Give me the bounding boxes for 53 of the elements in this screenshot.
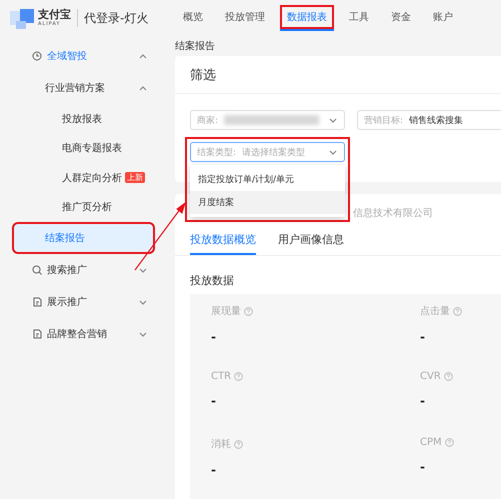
account-name: 代登录-灯火 xyxy=(84,10,150,26)
sidebar-item[interactable]: 全域智投 xyxy=(12,40,175,72)
nav-tab[interactable]: 数据报表 xyxy=(280,5,334,31)
report-tab[interactable]: 用户画像信息 xyxy=(278,226,344,255)
metric-value: - xyxy=(211,394,217,408)
nav-tab[interactable]: 账户 xyxy=(426,5,460,31)
metric-value: - xyxy=(420,460,426,474)
help-icon xyxy=(244,306,253,316)
dropdown-option[interactable]: 指定投放订单/计划/单元 xyxy=(190,168,345,191)
sidebar-item[interactable]: 行业营销方案 xyxy=(12,72,175,104)
sidebar-item[interactable]: 搜索推广 xyxy=(12,254,175,286)
help-icon xyxy=(234,440,243,449)
sidebar-item[interactable]: 品牌整合营销 xyxy=(12,318,175,350)
sidebar-item[interactable]: 电商专题报表 xyxy=(12,134,175,163)
metric-value: - xyxy=(211,463,217,478)
breadcrumb: 结案报告 xyxy=(175,40,216,54)
section-title: 投放数据 xyxy=(189,273,235,289)
metric-label: CPM xyxy=(420,437,442,448)
chevron-down-icon xyxy=(329,148,337,156)
document-icon xyxy=(32,297,42,307)
sidebar-item[interactable]: 推广页分析 xyxy=(12,192,175,222)
metric-label: 展现量 xyxy=(211,305,241,318)
nav-tab[interactable]: 投放管理 xyxy=(218,5,272,31)
sidebar-item[interactable]: 展示推广 xyxy=(12,286,175,318)
sidebar-item[interactable]: 人群定向分析 上新 xyxy=(12,163,175,192)
metric-label: CTR xyxy=(211,370,232,382)
dropdown-option[interactable]: 月度结案 xyxy=(190,191,345,214)
report-tab[interactable]: 投放数据概览 xyxy=(190,226,256,255)
metric-value: - xyxy=(420,394,426,408)
metric-value: - xyxy=(211,330,217,344)
help-icon xyxy=(453,306,462,316)
nav-tab[interactable]: 资金 xyxy=(384,5,418,31)
sidebar-item[interactable]: 结案报告 xyxy=(12,222,155,254)
nav-tab[interactable]: 工具 xyxy=(342,5,376,31)
help-icon xyxy=(444,438,454,448)
help-icon xyxy=(234,372,244,381)
search-icon xyxy=(32,265,42,275)
metric-label: 点击量 xyxy=(420,304,450,318)
select-field[interactable]: 营销目标: 销售线索搜集 xyxy=(357,110,501,130)
document-icon xyxy=(32,329,42,339)
logo-icon xyxy=(10,7,36,29)
logo-text: 支付宝 xyxy=(38,9,71,21)
help-icon xyxy=(444,372,453,381)
clock-icon xyxy=(32,51,42,61)
metric-label: 消耗 xyxy=(211,438,231,452)
nav-tab[interactable]: 概览 xyxy=(176,5,210,31)
sidebar-item[interactable]: 投放报表 xyxy=(12,104,175,134)
new-badge: 上新 xyxy=(125,172,145,184)
chevron-down-icon xyxy=(329,116,337,124)
metric-label: CVR xyxy=(420,370,441,382)
metric-value: - xyxy=(420,330,426,344)
filter-title: 筛选 xyxy=(175,56,501,94)
company-name: 信息技术有限公司 xyxy=(353,206,433,220)
